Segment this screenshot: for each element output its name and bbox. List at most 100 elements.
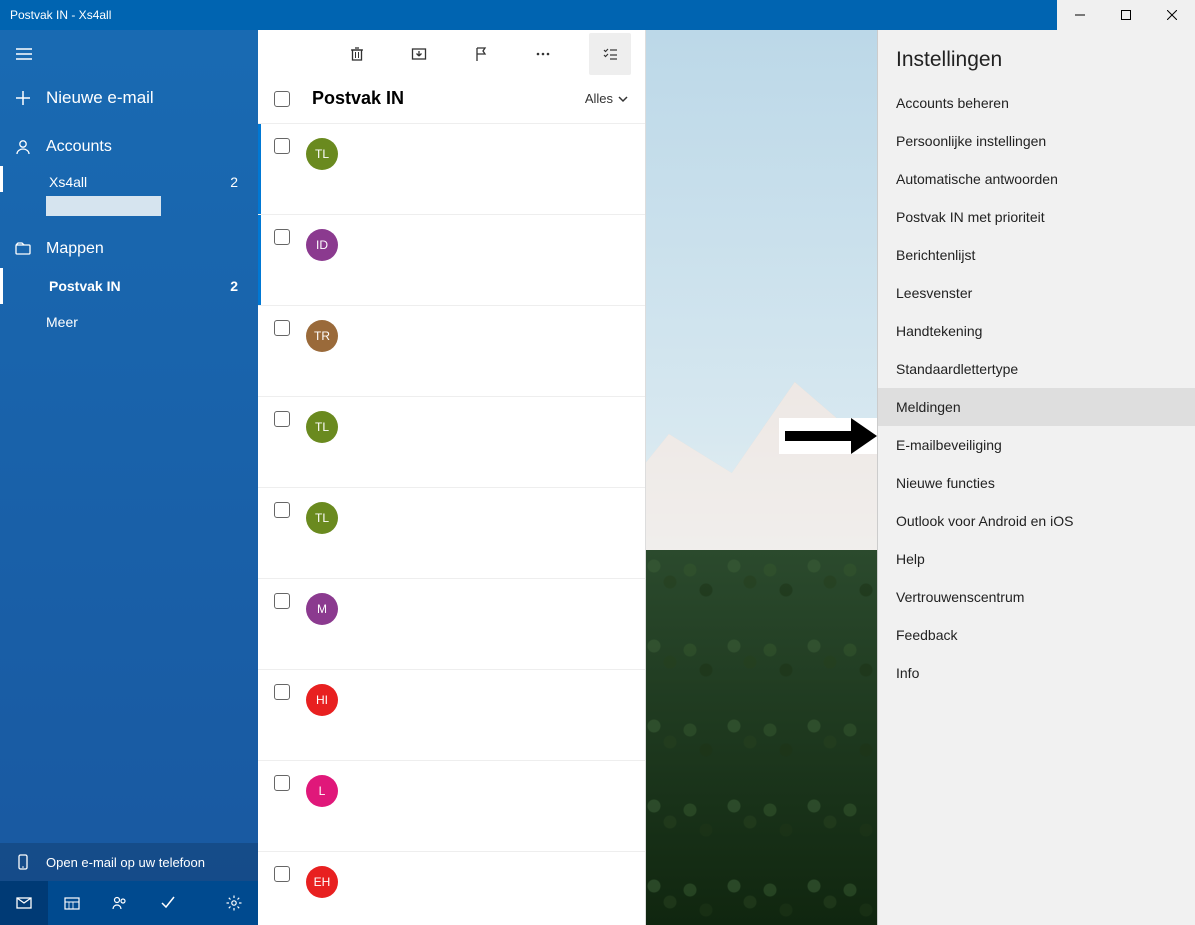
message-checkbox[interactable] xyxy=(274,411,290,427)
more-icon xyxy=(534,45,552,63)
message-checkbox[interactable] xyxy=(274,320,290,336)
delete-button[interactable] xyxy=(341,38,373,70)
folder-icon xyxy=(14,240,32,258)
minimize-button[interactable] xyxy=(1057,0,1103,30)
flag-icon xyxy=(472,45,490,63)
avatar: M xyxy=(306,593,338,625)
avatar: TL xyxy=(306,138,338,170)
message-checkbox[interactable] xyxy=(274,593,290,609)
folder-more[interactable]: Meer xyxy=(0,304,258,340)
reading-pane: Instellingen Accounts beherenPersoonlijk… xyxy=(646,30,1195,925)
settings-item[interactable]: Vertrouwenscentrum xyxy=(878,578,1195,616)
avatar: L xyxy=(306,775,338,807)
phone-icon xyxy=(14,853,32,871)
folder-more-label: Meer xyxy=(46,314,78,330)
settings-item[interactable]: Handtekening xyxy=(878,312,1195,350)
close-button[interactable] xyxy=(1149,0,1195,30)
folders-header[interactable]: Mappen xyxy=(0,230,258,268)
accounts-header[interactable]: Accounts xyxy=(0,128,258,166)
open-on-phone-button[interactable]: Open e-mail op uw telefoon xyxy=(0,843,258,881)
message-row[interactable]: ID xyxy=(258,215,645,306)
settings-item[interactable]: Leesvenster xyxy=(878,274,1195,312)
trash-icon xyxy=(348,45,366,63)
plus-icon xyxy=(14,89,32,107)
unread-indicator xyxy=(258,124,261,214)
avatar: TL xyxy=(306,411,338,443)
settings-item[interactable]: Berichtenlijst xyxy=(878,236,1195,274)
calendar-app-button[interactable] xyxy=(48,881,96,925)
app-bar xyxy=(0,881,258,925)
message-row[interactable]: L xyxy=(258,761,645,852)
message-checkbox[interactable] xyxy=(274,502,290,518)
settings-item[interactable]: Meldingen xyxy=(878,388,1195,426)
folder-inbox-label: Postvak IN xyxy=(49,278,121,294)
avatar: ID xyxy=(306,229,338,261)
list-title: Postvak IN xyxy=(312,88,585,109)
message-checkbox[interactable] xyxy=(274,866,290,882)
more-button[interactable] xyxy=(527,38,559,70)
avatar: EH xyxy=(306,866,338,898)
settings-button[interactable] xyxy=(210,881,258,925)
settings-item[interactable]: E-mailbeveiliging xyxy=(878,426,1195,464)
select-mode-button[interactable] xyxy=(589,33,631,75)
maximize-button[interactable] xyxy=(1103,0,1149,30)
settings-item[interactable]: Accounts beheren xyxy=(878,84,1195,122)
message-row[interactable]: EH xyxy=(258,852,645,925)
account-name: Xs4all xyxy=(49,174,87,190)
list-header: Postvak IN Alles xyxy=(258,78,645,124)
settings-item[interactable]: Help xyxy=(878,540,1195,578)
todo-app-button[interactable] xyxy=(144,881,192,925)
folder-inbox-count: 2 xyxy=(230,278,238,294)
message-row[interactable]: TL xyxy=(258,124,645,215)
person-icon xyxy=(14,138,32,156)
settings-item[interactable]: Persoonlijke instellingen xyxy=(878,122,1195,160)
window-title: Postvak IN - Xs4all xyxy=(10,8,111,22)
message-row[interactable]: TL xyxy=(258,397,645,488)
sidebar: Nieuwe e-mail Accounts Xs4all 2 Mappen P… xyxy=(0,30,258,925)
message-checkbox[interactable] xyxy=(274,229,290,245)
settings-item[interactable]: Info xyxy=(878,654,1195,692)
message-toolbar xyxy=(258,30,645,78)
people-app-button[interactable] xyxy=(96,881,144,925)
title-bar: Postvak IN - Xs4all xyxy=(0,0,1195,30)
settings-item[interactable]: Nieuwe functies xyxy=(878,464,1195,502)
avatar: HI xyxy=(306,684,338,716)
avatar: TR xyxy=(306,320,338,352)
avatar: TL xyxy=(306,502,338,534)
message-list: TL ID TR TL TL M HI L EH xyxy=(258,124,645,925)
message-checkbox[interactable] xyxy=(274,775,290,791)
message-checkbox[interactable] xyxy=(274,684,290,700)
settings-item[interactable]: Automatische antwoorden xyxy=(878,160,1195,198)
message-row[interactable]: TR xyxy=(258,306,645,397)
folders-label: Mappen xyxy=(46,240,104,258)
account-row[interactable]: Xs4all 2 xyxy=(0,166,258,192)
message-row[interactable]: HI xyxy=(258,670,645,761)
new-mail-button[interactable]: Nieuwe e-mail xyxy=(0,78,258,128)
account-email-redacted xyxy=(46,196,161,216)
window-controls xyxy=(1057,0,1195,30)
sidebar-bottom: Open e-mail op uw telefoon xyxy=(0,843,258,925)
flag-button[interactable] xyxy=(465,38,497,70)
open-on-phone-label: Open e-mail op uw telefoon xyxy=(46,855,205,870)
main-area: Nieuwe e-mail Accounts Xs4all 2 Mappen P… xyxy=(0,30,1195,925)
message-row[interactable]: TL xyxy=(258,488,645,579)
select-all-checkbox[interactable] xyxy=(274,91,290,107)
account-count: 2 xyxy=(230,174,238,190)
message-row[interactable]: M xyxy=(258,579,645,670)
settings-item[interactable]: Postvak IN met prioriteit xyxy=(878,198,1195,236)
mail-app-button[interactable] xyxy=(0,881,48,925)
settings-item[interactable]: Outlook voor Android en iOS xyxy=(878,502,1195,540)
settings-item[interactable]: Standaardlettertype xyxy=(878,350,1195,388)
filter-dropdown[interactable]: Alles xyxy=(585,91,629,106)
settings-title: Instellingen xyxy=(878,30,1195,84)
chevron-down-icon xyxy=(617,93,629,105)
settings-item[interactable]: Feedback xyxy=(878,616,1195,654)
archive-button[interactable] xyxy=(403,38,435,70)
hamburger-button[interactable] xyxy=(0,30,48,78)
folder-inbox[interactable]: Postvak IN 2 xyxy=(0,268,258,304)
message-checkbox[interactable] xyxy=(274,138,290,154)
new-mail-label: Nieuwe e-mail xyxy=(46,88,154,108)
settings-panel: Instellingen Accounts beherenPersoonlijk… xyxy=(877,30,1195,925)
annotation-arrow xyxy=(779,418,877,454)
select-list-icon xyxy=(601,45,619,63)
